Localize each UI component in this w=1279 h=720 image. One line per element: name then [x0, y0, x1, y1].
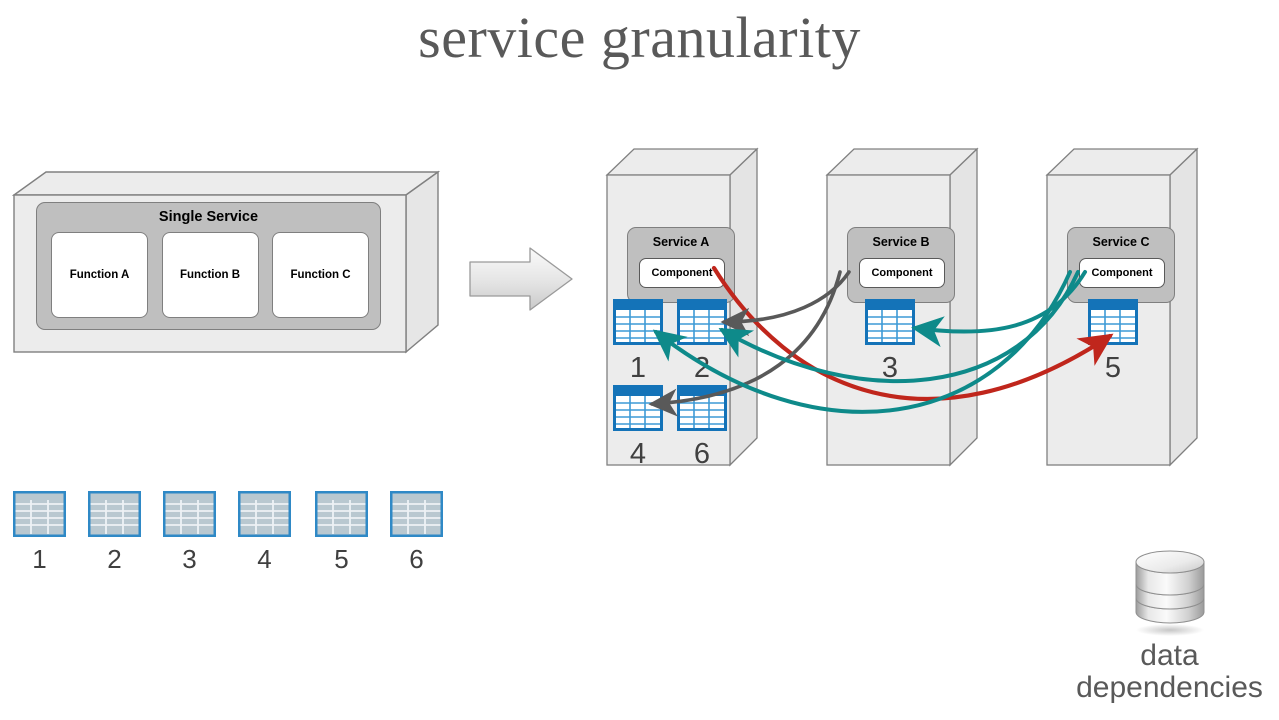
table-number: 2 [107, 544, 122, 574]
table-number: 6 [409, 544, 424, 574]
table-number: 4 [629, 438, 647, 470]
table-icon [315, 491, 368, 537]
service-a-panel: Service A Component [627, 227, 735, 303]
table-number: 6 [693, 438, 711, 470]
data-dependencies-line1: data [1140, 639, 1199, 672]
service-c-panel: Service C Component [1067, 227, 1175, 303]
monolith-single-service: Single Service Function A Function B Fun… [14, 172, 438, 354]
shared-table-2[interactable]: 2 [87, 490, 142, 572]
table-number: 1 [629, 352, 647, 384]
single-service-label: Single Service [158, 209, 259, 225]
database-cylinder-icon [1135, 550, 1205, 636]
service-a-component[interactable]: Component [639, 258, 725, 288]
shared-table-1[interactable]: 1 [12, 490, 67, 572]
function-box-b[interactable]: Function B [161, 232, 259, 318]
service-c-table-5[interactable]: 5 [1087, 298, 1139, 383]
shared-table-4[interactable]: 4 [237, 490, 292, 572]
table-icon [238, 491, 291, 537]
service-a-table-6[interactable]: 6 [676, 384, 728, 469]
table-icon [88, 491, 141, 537]
slide-canvas: service granularity Single Service Funct… [0, 0, 1279, 720]
single-service-panel: Single Service Function A Function B Fun… [36, 202, 381, 330]
table-icon [677, 299, 727, 345]
table-icon [390, 491, 443, 537]
table-number: 3 [881, 352, 899, 384]
table-icon [677, 385, 727, 431]
service-a-table-2[interactable]: 2 [676, 298, 728, 383]
function-box-c[interactable]: Function C [272, 232, 369, 318]
service-b-panel: Service B Component [847, 227, 955, 303]
service-a-table-1[interactable]: 1 [612, 298, 664, 383]
service-c-component[interactable]: Component [1079, 258, 1165, 288]
table-icon [163, 491, 216, 537]
shared-table-3[interactable]: 3 [162, 490, 217, 572]
table-icon [865, 299, 915, 345]
shared-table-6[interactable]: 6 [389, 490, 444, 572]
function-box-row: Function A Function B Function C [51, 232, 369, 318]
data-dependencies-line2: dependencies [1076, 671, 1263, 705]
service-a-table-4[interactable]: 4 [612, 384, 664, 469]
service-b-component[interactable]: Component [859, 258, 945, 288]
table-icon [1088, 299, 1138, 345]
table-number: 4 [257, 544, 272, 574]
table-number: 5 [1104, 352, 1122, 384]
table-number: 2 [693, 352, 711, 384]
service-c-title: Service C [1092, 235, 1150, 249]
table-number: 3 [182, 544, 197, 574]
data-dependencies-label: data dependencies [1060, 639, 1279, 705]
service-b-table-3[interactable]: 3 [864, 298, 916, 383]
service-b-title: Service B [872, 235, 930, 249]
table-icon [613, 299, 663, 345]
service-a-title: Service A [652, 235, 710, 249]
shared-table-5[interactable]: 5 [314, 490, 369, 572]
table-icon [13, 491, 66, 537]
table-icon [613, 385, 663, 431]
table-number: 5 [334, 544, 349, 574]
function-box-a[interactable]: Function A [51, 232, 148, 318]
table-number: 1 [32, 544, 47, 574]
